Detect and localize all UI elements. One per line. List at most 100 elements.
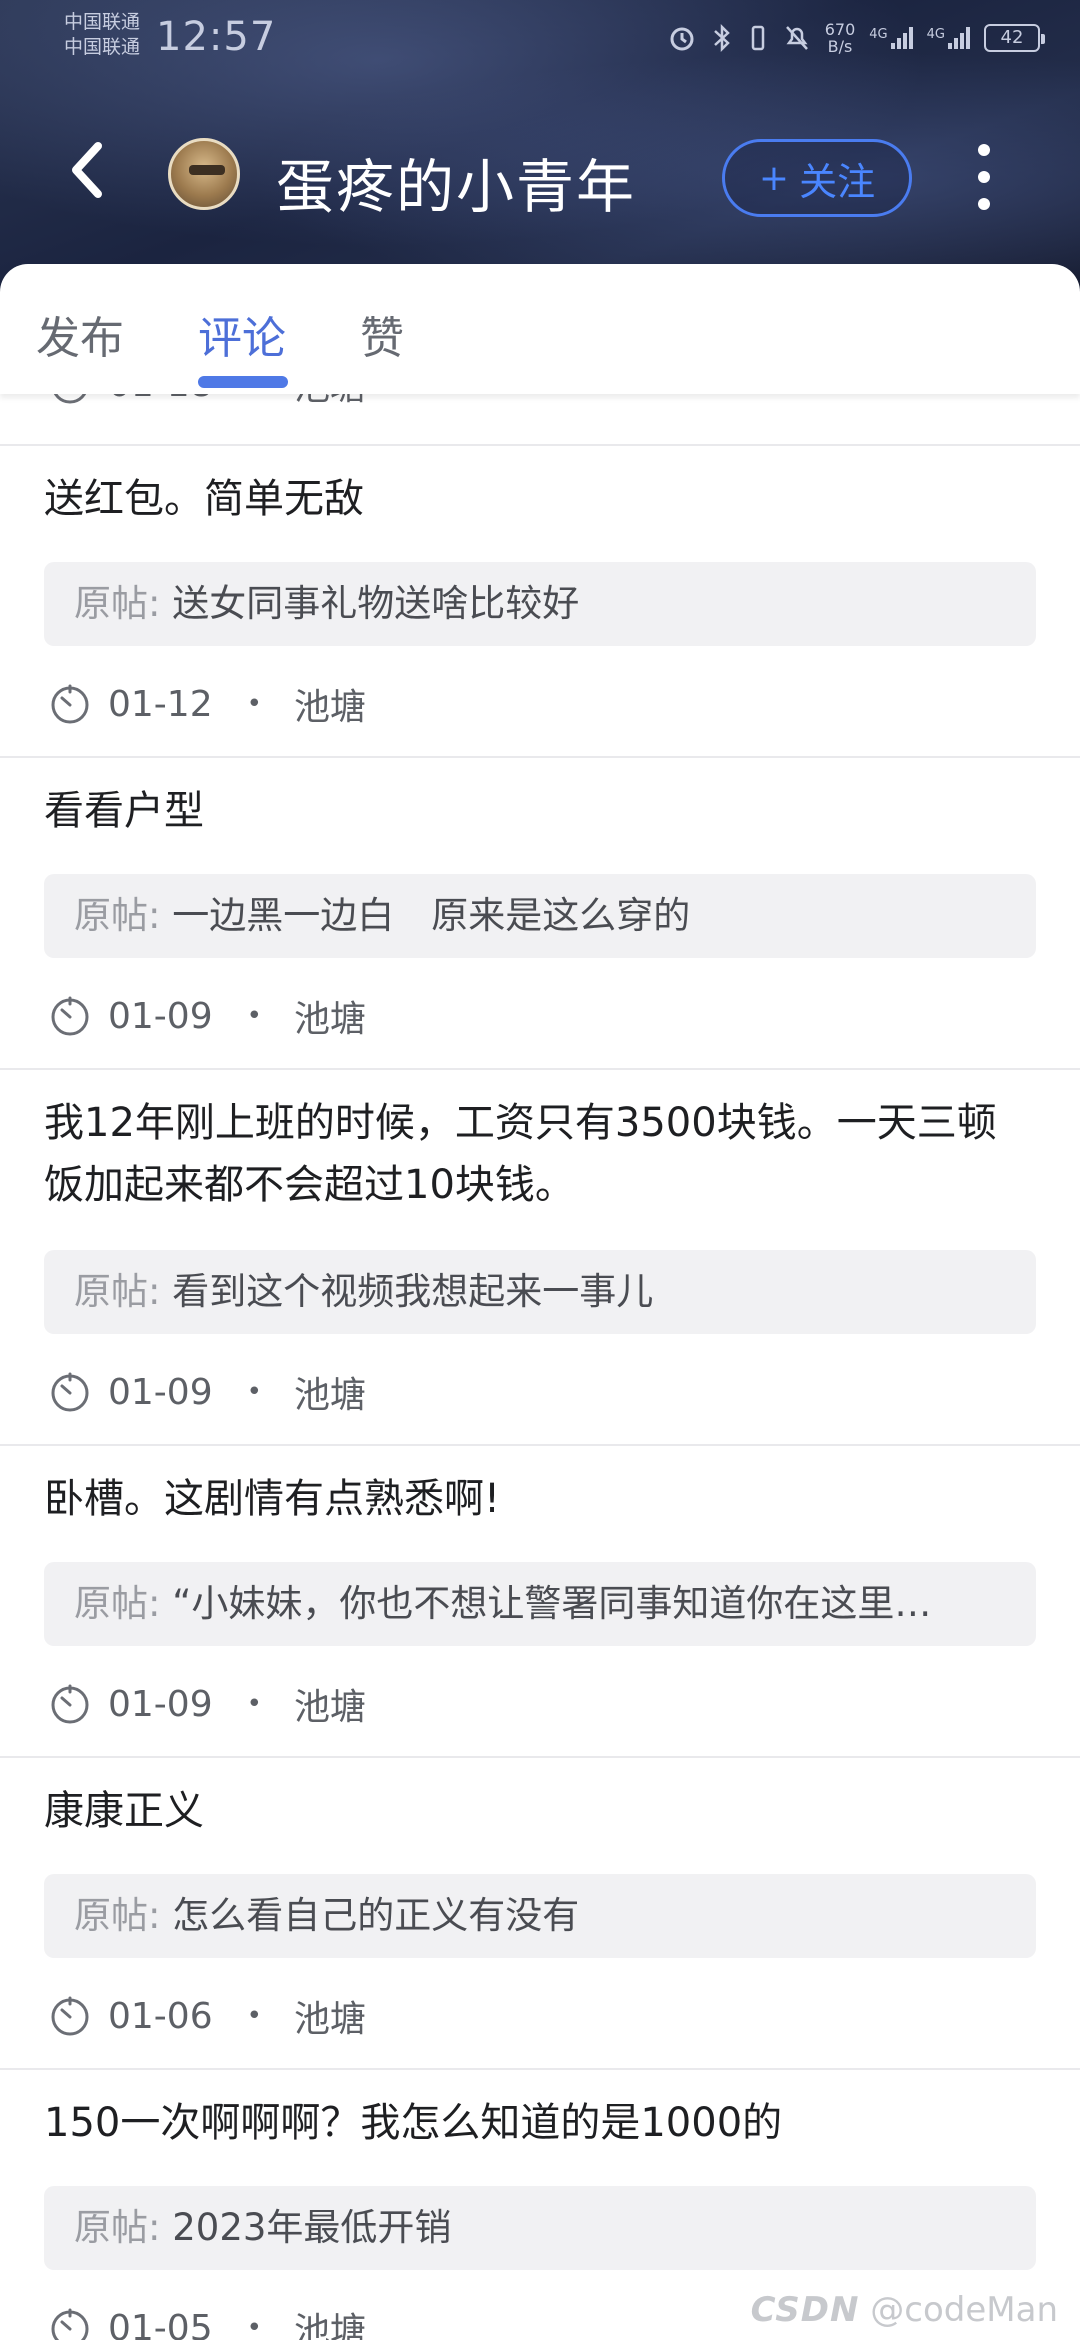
original-post-label: 原帖: <box>74 1894 161 1937</box>
original-post-link[interactable]: 原帖: 怎么看自己的正义有没有 <box>44 1874 1036 1958</box>
network-type-1: 4G <box>869 27 888 42</box>
carrier-info: 中国联通 中国联通 <box>64 10 140 60</box>
comment-text: 康康正义 <box>44 1788 204 1834</box>
comment-text: 卧槽。这剧情有点熟悉啊! <box>44 1476 501 1522</box>
signal-1: 4G <box>869 27 913 49</box>
item-source[interactable]: 池塘 <box>294 2302 366 2340</box>
comment-text: 看看户型 <box>44 788 204 834</box>
tab-likes[interactable]: 赞 <box>360 302 404 366</box>
original-post-link[interactable]: 原帖: 看到这个视频我想起来一事儿 <box>44 1250 1036 1334</box>
original-post-label: 原帖: <box>74 2206 161 2249</box>
item-date: 01-09 <box>108 995 213 1037</box>
item-date: 01-09 <box>108 1683 213 1725</box>
original-post-title: “小妹妹，你也不想让警署同事知道你在这里… <box>172 1582 932 1625</box>
list-item[interactable]: 送红包。简单无敌 原帖: 送女同事礼物送啥比较好 01-12 • 池塘 <box>0 446 1080 758</box>
signal-bars-icon <box>948 27 970 49</box>
active-tab-indicator <box>198 376 288 388</box>
network-type-2: 4G <box>926 27 945 42</box>
item-meta: 01-05 • 池塘 <box>48 2304 366 2340</box>
list-item[interactable]: 康康正义 原帖: 怎么看自己的正义有没有 01-06 • 池塘 <box>0 1758 1080 2070</box>
item-date: 01-09 <box>108 1371 213 1413</box>
original-post-link[interactable]: 原帖: 送女同事礼物送啥比较好 <box>44 562 1036 646</box>
vibrate-icon <box>751 25 764 51</box>
item-source[interactable]: 池塘 <box>294 1366 366 1418</box>
original-post-label: 原帖: <box>74 1582 161 1625</box>
meta-separator: • <box>246 2001 262 2031</box>
item-date: 01-05 <box>108 2307 213 2340</box>
item-meta: 01-09 • 池塘 <box>48 1680 366 1728</box>
item-date: 01-12 <box>108 683 213 725</box>
comment-text: 我12年刚上班的时候，工资只有3500块钱。一天三顿饭加起来都不会超过10块钱。 <box>44 1100 997 1208</box>
tab-posts[interactable]: 发布 <box>36 302 124 366</box>
profile-header: 中国联通 中国联通 12:57 670 B/s 4G 4G 42 蛋疼的小青年 … <box>0 0 1080 300</box>
list-item[interactable]: 看看户型 原帖: 一边黑一边白 原来是这么穿的 01-09 • 池塘 <box>0 758 1080 1070</box>
original-post-link[interactable]: 原帖: 2023年最低开销 <box>44 2186 1036 2270</box>
item-date: 01-06 <box>108 1995 213 2037</box>
original-post-title: 送女同事礼物送啥比较好 <box>172 582 580 625</box>
timer-icon <box>51 1996 89 2036</box>
original-post-label: 原帖: <box>74 582 161 625</box>
original-post-label: 原帖: <box>74 894 161 937</box>
mute-icon <box>785 26 808 50</box>
original-post-title: 看到这个视频我想起来一事儿 <box>172 1270 654 1313</box>
meta-separator: • <box>246 1689 262 1719</box>
item-meta: 01-09 • 池塘 <box>48 1368 366 1416</box>
plus-icon: + <box>758 157 790 199</box>
meta-separator: • <box>246 1377 262 1407</box>
original-post-title: 一边黑一边白 原来是这么穿的 <box>172 894 691 937</box>
network-speed-unit: B/s <box>827 37 853 56</box>
status-bar: 中国联通 中国联通 12:57 670 B/s 4G 4G 42 <box>0 0 1080 78</box>
status-icons: 670 B/s 4G 4G 42 <box>667 18 1045 58</box>
original-post-title: 怎么看自己的正义有没有 <box>172 1894 580 1937</box>
alarm-icon <box>670 27 694 51</box>
carrier-1: 中国联通 <box>64 11 141 33</box>
meta-separator: • <box>246 1001 262 1031</box>
more-dot <box>978 171 990 183</box>
watermark-logo: CSDN <box>750 2290 860 2330</box>
bluetooth-icon <box>713 23 730 53</box>
comment-text: 送红包。简单无敌 <box>44 476 364 522</box>
timer-icon <box>51 684 89 724</box>
item-meta: 01-06 • 池塘 <box>48 1992 366 2040</box>
item-source[interactable]: 池塘 <box>294 990 366 1042</box>
original-post-link[interactable]: 原帖: 一边黑一边白 原来是这么穿的 <box>44 874 1036 958</box>
back-button[interactable] <box>66 140 110 200</box>
item-source[interactable]: 池塘 <box>294 1678 366 1730</box>
signal-bars-icon <box>890 27 913 49</box>
network-speed-value: 670 <box>824 20 856 39</box>
battery-icon: 42 <box>984 24 1045 52</box>
item-source[interactable]: 池塘 <box>294 1990 366 2042</box>
tab-bar: 发布 评论 赞 <box>0 264 1080 394</box>
timer-icon <box>51 2308 89 2340</box>
original-post-title: 2023年最低开销 <box>172 2206 452 2249</box>
chevron-left-icon <box>72 142 102 198</box>
follow-button[interactable]: + 关注 <box>722 139 912 217</box>
watermark: CSDN @codeMan <box>751 2290 1058 2330</box>
meta-separator: • <box>246 2313 262 2340</box>
carrier-2: 中国联通 <box>64 36 141 58</box>
comment-list[interactable]: 01-18 • 池塘 送红包。简单无敌 原帖: 送女同事礼物送啥比较好 01-1… <box>0 330 1080 2340</box>
timer-icon <box>51 996 89 1036</box>
timer-icon <box>51 1684 89 1724</box>
list-item[interactable]: 卧槽。这剧情有点熟悉啊! 原帖: “小妹妹，你也不想让警署同事知道你在这里… 0… <box>0 1446 1080 1758</box>
network-speed: 670 B/s <box>825 21 856 55</box>
more-dot <box>978 198 990 210</box>
signal-2: 4G <box>927 27 970 49</box>
item-meta: 01-09 • 池塘 <box>48 992 366 1040</box>
original-post-label: 原帖: <box>74 1270 161 1313</box>
status-time: 12:57 <box>156 14 277 60</box>
item-source[interactable]: 池塘 <box>294 678 366 730</box>
meta-separator: • <box>246 689 262 719</box>
list-item[interactable]: 我12年刚上班的时候，工资只有3500块钱。一天三顿饭加起来都不会超过10块钱。… <box>0 1070 1080 1446</box>
tab-comments[interactable]: 评论 <box>198 302 286 366</box>
original-post-link[interactable]: 原帖: “小妹妹，你也不想让警署同事知道你在这里… <box>44 1562 1036 1646</box>
follow-label: 关注 <box>799 159 876 204</box>
item-meta: 01-12 • 池塘 <box>48 680 366 728</box>
comment-text: 150一次啊啊啊？我怎么知道的是1000的 <box>44 2100 783 2146</box>
watermark-handle: @codeMan <box>870 2290 1058 2330</box>
profile-username: 蛋疼的小青年 <box>276 153 637 221</box>
timer-icon <box>51 1372 89 1412</box>
more-options-button[interactable] <box>966 144 1002 210</box>
avatar[interactable] <box>168 138 240 210</box>
more-dot <box>978 144 990 156</box>
